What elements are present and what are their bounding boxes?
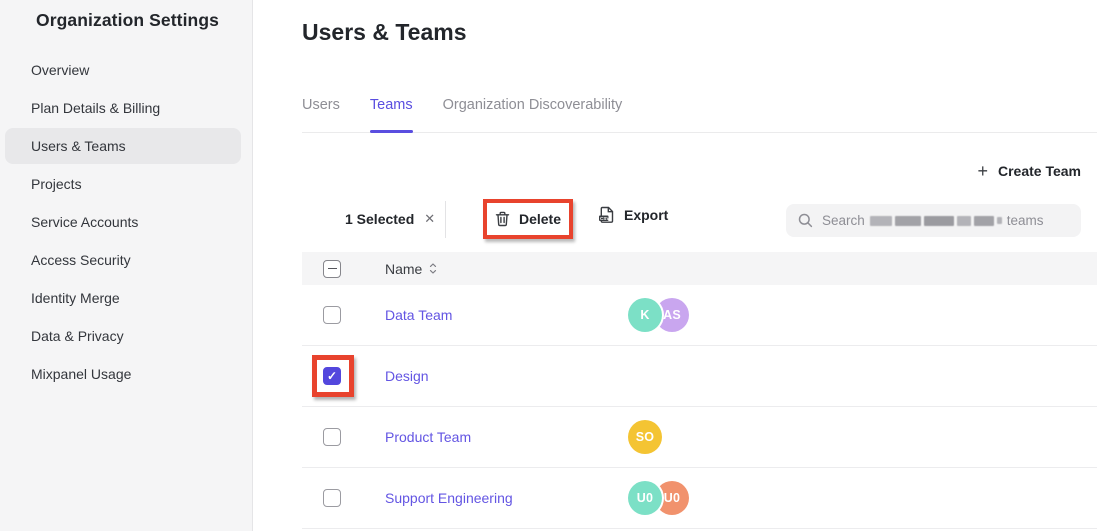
sidebar-item-mixpanel-usage[interactable]: Mixpanel Usage: [5, 356, 241, 392]
sidebar-item-users-teams[interactable]: Users & Teams: [5, 128, 241, 164]
sort-icon: [429, 263, 437, 274]
table-row: Data Team K AS: [302, 285, 1097, 346]
tab-active-underline: [370, 130, 413, 133]
export-button-label: Export: [624, 207, 668, 223]
sidebar-item-plan-details-billing[interactable]: Plan Details & Billing: [5, 90, 241, 126]
search-placeholder: Search teams: [822, 213, 1044, 228]
row-checkbox-design[interactable]: ✓: [323, 367, 341, 385]
sidebar-item-overview[interactable]: Overview: [5, 52, 241, 88]
table-row: Product Team SO: [302, 407, 1097, 468]
team-link-support-engineering[interactable]: Support Engineering: [385, 490, 628, 506]
tab-bar: Users Teams Organization Discoverability: [302, 97, 1097, 133]
tab-teams-label: Teams: [370, 97, 413, 113]
sidebar-nav: Overview Plan Details & Billing Users & …: [0, 52, 252, 394]
annotation-box-delete: Delete: [483, 199, 573, 239]
export-button[interactable]: CSV Export: [598, 206, 668, 224]
trash-icon: [495, 211, 510, 227]
team-link-design[interactable]: Design: [385, 368, 628, 384]
page-title: Users & Teams: [302, 19, 467, 46]
table-row: Support Engineering U0 U0: [302, 468, 1097, 529]
indeterminate-icon: [328, 268, 337, 270]
clear-selection-icon[interactable]: ✕: [424, 211, 435, 227]
check-icon: ✓: [327, 370, 337, 382]
svg-text:CSV: CSV: [600, 216, 610, 221]
team-link-product-team[interactable]: Product Team: [385, 429, 628, 445]
delete-button[interactable]: Delete: [487, 203, 569, 235]
plus-icon: +: [977, 164, 988, 178]
avatar: SO: [628, 420, 662, 454]
avatar-group: U0 U0: [628, 481, 689, 515]
table-row: ✓ Design: [302, 346, 1097, 407]
avatar-group: K AS: [628, 298, 689, 332]
row-checkbox-support-engineering[interactable]: [323, 489, 341, 507]
select-all-checkbox[interactable]: [323, 260, 341, 278]
tab-organization-discoverability-label: Organization Discoverability: [443, 97, 623, 113]
teams-table: Name Data Team K AS ✓ Design Product Tea…: [302, 252, 1097, 529]
sidebar-item-projects[interactable]: Projects: [5, 166, 241, 202]
name-column-header-label: Name: [385, 261, 422, 277]
sidebar: Organization Settings Overview Plan Deta…: [0, 0, 253, 531]
search-input[interactable]: Search teams: [786, 204, 1081, 237]
sidebar-item-identity-merge[interactable]: Identity Merge: [5, 280, 241, 316]
avatar: U0: [628, 481, 662, 515]
redacted-text: [870, 216, 1002, 226]
selection-count: 1 Selected ✕: [345, 211, 435, 227]
toolbar-divider: [445, 201, 446, 238]
selection-count-label: 1 Selected: [345, 211, 414, 227]
avatar: K: [628, 298, 662, 332]
row-checkbox-product-team[interactable]: [323, 428, 341, 446]
tab-users-label: Users: [302, 97, 340, 113]
search-placeholder-suffix: teams: [1007, 213, 1044, 228]
search-placeholder-prefix: Search: [822, 213, 865, 228]
create-team-label: Create Team: [998, 163, 1081, 179]
tab-teams[interactable]: Teams: [370, 97, 413, 113]
csv-file-icon: CSV: [598, 206, 615, 224]
sidebar-title: Organization Settings: [36, 10, 219, 31]
name-column-header[interactable]: Name: [385, 261, 437, 277]
delete-button-label: Delete: [519, 211, 561, 227]
sidebar-item-service-accounts[interactable]: Service Accounts: [5, 204, 241, 240]
sidebar-item-access-security[interactable]: Access Security: [5, 242, 241, 278]
row-checkbox-data-team[interactable]: [323, 306, 341, 324]
search-icon: [798, 213, 813, 228]
tab-organization-discoverability[interactable]: Organization Discoverability: [443, 97, 623, 113]
tab-users[interactable]: Users: [302, 97, 340, 113]
create-team-button[interactable]: + Create Team: [977, 163, 1081, 179]
avatar-group: SO: [628, 420, 662, 454]
team-link-data-team[interactable]: Data Team: [385, 307, 628, 323]
table-header-row: Name: [302, 252, 1097, 285]
sidebar-item-data-privacy[interactable]: Data & Privacy: [5, 318, 241, 354]
